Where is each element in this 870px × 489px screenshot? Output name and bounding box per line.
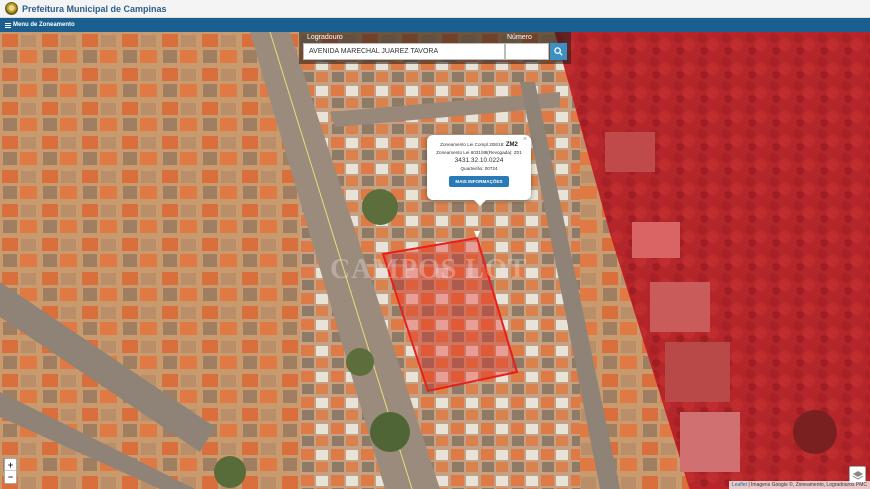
logradouro-input[interactable]	[303, 43, 505, 60]
quarteirao: Quarteirão: 00724	[460, 166, 498, 171]
attribution-text: | Imagens Google ©, Zoneamento, Logradou…	[746, 482, 867, 488]
hamburger-icon[interactable]	[5, 22, 11, 28]
layers-icon	[852, 470, 863, 480]
zoning-current-label: Zoneamento Lei Compl.208/18:	[440, 142, 506, 147]
zoning-old: Zoneamento Lei 6031/88(Revogada): Z01	[436, 150, 522, 155]
leaflet-link[interactable]: Leaflet	[732, 482, 747, 488]
zoning-popup: × Zoneamento Lei Compl.208/18: ZM2 Zonea…	[427, 135, 531, 206]
zoom-out-button[interactable]: −	[5, 471, 16, 483]
zoom-control: + −	[4, 458, 17, 484]
numero-label: Número	[507, 34, 532, 41]
parcel-code: 3431.32.10.0224	[454, 157, 504, 164]
map-attribution: Leaflet | Imagens Google ©, Zoneamento, …	[728, 481, 870, 489]
search-icon	[554, 47, 563, 56]
logradouro-label: Logradouro	[307, 34, 343, 41]
zoning-current: Zoneamento Lei Compl.208/18: ZM2	[427, 141, 531, 149]
watermark: CAMPOS LOT	[330, 254, 528, 285]
coat-of-arms-logo	[5, 2, 18, 15]
app-header: Prefeitura Municipal de Campinas	[0, 0, 870, 18]
search-button[interactable]	[550, 43, 567, 60]
zoom-in-button[interactable]: +	[5, 459, 16, 471]
popup-close-button[interactable]: ×	[523, 136, 527, 143]
menu-label[interactable]: Menu de Zoneamento	[13, 22, 75, 28]
app-title: Prefeitura Municipal de Campinas	[22, 3, 167, 14]
numero-input[interactable]	[505, 43, 549, 60]
map-satellite-view[interactable]: CAMPOS LOT	[0, 32, 870, 489]
search-panel: Logradouro Número	[299, 32, 571, 64]
more-info-button[interactable]: MAIS INFORMAÇÕES	[449, 176, 509, 187]
menu-bar[interactable]: Menu de Zoneamento	[0, 18, 870, 32]
zoning-current-value: ZM2	[505, 142, 518, 148]
